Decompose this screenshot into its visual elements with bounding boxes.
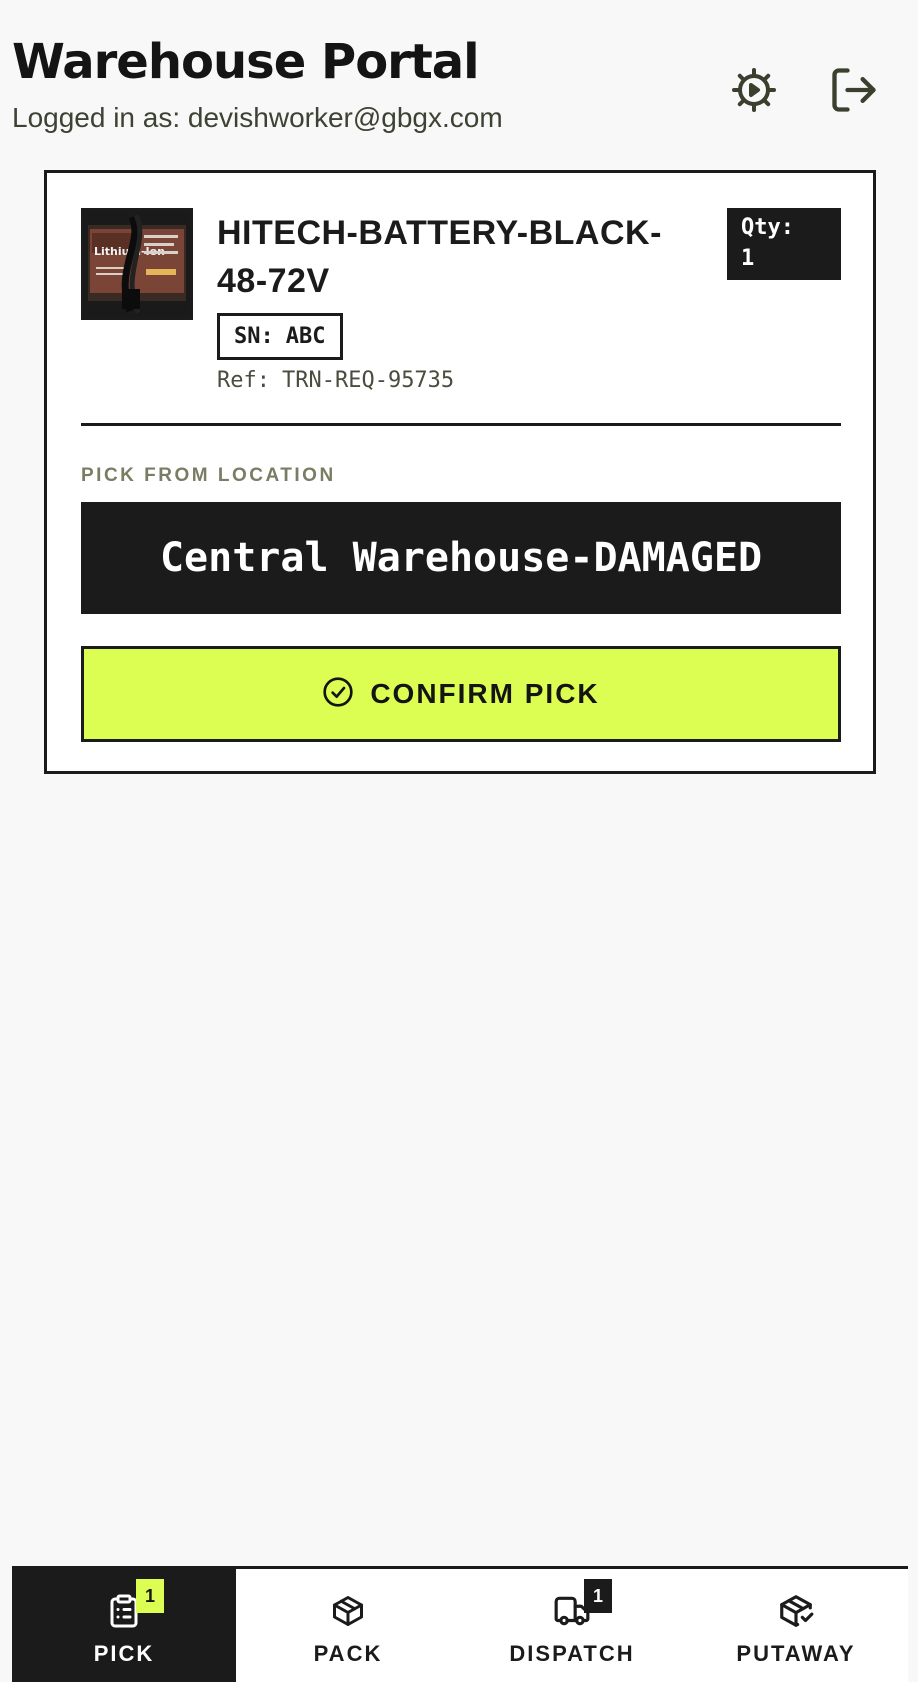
nav-tab-dispatch[interactable]: DISPATCH 1 — [460, 1569, 684, 1682]
logout-icon — [828, 64, 880, 121]
reference-line: Ref: TRN-REQ-95735 — [217, 368, 454, 393]
nav-label-pick: PICK — [93, 1641, 155, 1666]
serial-number-badge: SN: ABC — [217, 313, 343, 360]
logout-button[interactable] — [816, 54, 892, 130]
package-check-icon — [776, 1591, 816, 1631]
page-title: Warehouse Portal — [12, 34, 480, 90]
package-icon — [328, 1591, 368, 1631]
quantity-badge: Qty: 1 — [727, 208, 841, 280]
product-name: HITECH-BATTERY-BLACK-48-72V — [217, 214, 662, 300]
confirm-pick-button[interactable]: CONFIRM PICK — [81, 646, 841, 742]
pick-location-label: PICK FROM LOCATION — [81, 465, 336, 486]
bottom-navigation: PICK 1 PACK DISPATCH 1 PUTAWAY — [12, 1566, 908, 1682]
check-circle-icon — [322, 676, 354, 713]
card-divider — [81, 423, 841, 426]
serial-value: ABC — [285, 324, 326, 349]
pick-task-card: Lithium-Ion HITECH-BATTERY-BLACK-48-72V … — [44, 170, 876, 774]
confirm-pick-label: CONFIRM PICK — [370, 678, 600, 709]
header-actions — [716, 54, 906, 130]
logged-in-user: Logged in as: devishworker@gbgx.com — [12, 102, 503, 133]
product-thumbnail: Lithium-Ion — [81, 208, 193, 320]
reference-label: Ref: — [217, 368, 270, 393]
reference-value: TRN-REQ-95735 — [281, 368, 455, 393]
nav-tab-pack[interactable]: PACK — [236, 1569, 460, 1682]
nav-label-pack: PACK — [313, 1641, 383, 1666]
settings-gear-icon — [730, 66, 778, 119]
nav-label-putaway: PUTAWAY — [736, 1641, 856, 1666]
pick-location-value: Central Warehouse-DAMAGED — [81, 502, 841, 614]
app-header: Warehouse Portal Logged in as: devishwor… — [12, 34, 906, 144]
settings-button[interactable] — [716, 54, 792, 130]
serial-label: SN: — [234, 324, 274, 349]
dispatch-count-badge: 1 — [584, 1579, 612, 1613]
quantity-value: 1 — [741, 246, 755, 271]
quantity-label: Qty: — [741, 215, 794, 240]
nav-label-dispatch: DISPATCH — [509, 1641, 635, 1666]
nav-tab-pick[interactable]: PICK 1 — [12, 1569, 236, 1682]
pick-count-badge: 1 — [136, 1579, 164, 1613]
nav-tab-putaway[interactable]: PUTAWAY — [684, 1569, 908, 1682]
